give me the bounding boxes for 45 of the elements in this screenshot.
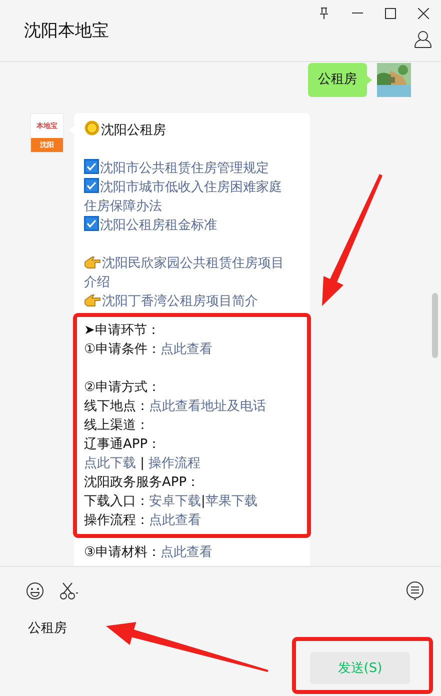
message-link[interactable]: 点此查看 (160, 545, 213, 560)
message-text: ②申请方式： (84, 380, 161, 395)
message-text: 线下地点： (84, 399, 149, 414)
message-text: 线上渠道： (84, 418, 149, 433)
message-link[interactable]: 安卓下载 (149, 494, 201, 509)
message-text: ③申请材料： (84, 545, 161, 560)
message-text: ①申请条件： (84, 342, 161, 357)
minimize-icon[interactable] (352, 12, 363, 14)
message-link[interactable]: 沈阳市公共租赁住房管理规定 (100, 161, 269, 176)
message-link[interactable]: 点此下载 (84, 456, 136, 471)
checkbox-icon (84, 216, 99, 231)
sun-icon (84, 120, 100, 136)
message-text: 下载入口： (84, 494, 149, 509)
checkbox-icon (84, 178, 99, 193)
message-text: 沈阳政务服务APP： (84, 475, 200, 490)
pin-icon[interactable] (318, 7, 330, 19)
message-text: ➤申请环节： (84, 323, 160, 338)
user-icon[interactable] (414, 30, 432, 48)
close-icon[interactable] (418, 8, 429, 18)
message-link[interactable]: 点此查看 (160, 342, 213, 357)
message-text: 辽事通APP： (84, 437, 161, 452)
message-text: 沈阳公租房 (101, 123, 166, 138)
chat-history-icon[interactable] (406, 581, 424, 601)
message-link[interactable]: 点此查看 (149, 513, 201, 528)
message-link[interactable]: 介绍 (84, 275, 110, 290)
message-text: | (139, 456, 146, 471)
checkbox-icon (84, 159, 99, 174)
maximize-icon[interactable] (385, 8, 396, 18)
message-text: 操作流程： (84, 513, 149, 528)
message-link[interactable]: 沈阳丁香湾公租房项目简介 (102, 294, 258, 309)
pointing-hand-icon (84, 256, 101, 269)
scrollbar[interactable] (432, 293, 438, 358)
scissors-icon[interactable] (60, 582, 79, 600)
message-link[interactable]: 沈阳民欣家园公共租赁住房项目 (102, 256, 284, 271)
message-link[interactable]: 苹果下载 (205, 494, 258, 509)
window-title: 沈阳本地宝 (24, 20, 109, 42)
message-input[interactable]: 公租房 (28, 619, 88, 637)
pointing-hand-icon (84, 294, 101, 307)
message-link[interactable]: 住房保障办法 (84, 199, 162, 214)
message-link[interactable]: 沈阳市城市低收入住房困难家庭 (100, 180, 282, 195)
message-link[interactable]: 沈阳公租房租金标准 (100, 218, 217, 233)
message-text: | (201, 494, 206, 509)
message-link[interactable]: 点此查看地址及电话 (149, 399, 266, 414)
message-link[interactable]: 操作流程 (148, 456, 201, 471)
emoji-icon[interactable] (26, 582, 44, 600)
